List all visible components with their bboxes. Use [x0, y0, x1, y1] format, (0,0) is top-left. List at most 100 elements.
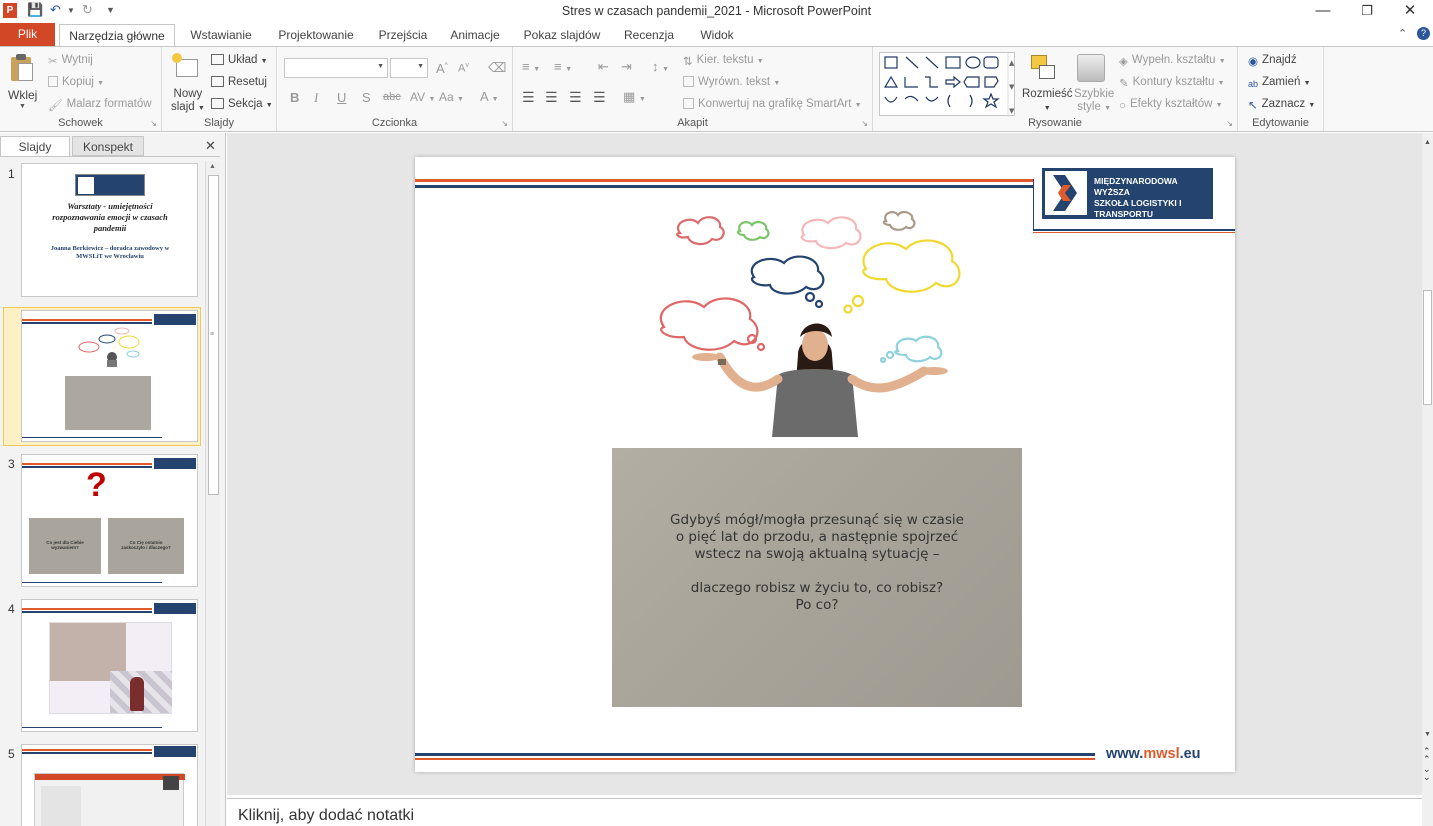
slide-thumbnail-2[interactable]	[21, 310, 198, 442]
notes-placeholder[interactable]: Kliknij, aby dodać notatki	[238, 807, 414, 825]
shape-fill-button[interactable]: ◈ Wypełn. kształtu ▼	[1119, 54, 1226, 68]
shadow-icon[interactable]: S	[362, 90, 371, 105]
tab-design[interactable]: Projektowanie	[270, 24, 362, 46]
new-slide-icon[interactable]	[172, 53, 200, 79]
columns-icon[interactable]: ▦ ▼	[623, 89, 646, 105]
bullets-icon[interactable]: ≡ ▼	[522, 59, 540, 74]
text-direction-button[interactable]: ⇅ Kier. tekstu ▼	[683, 54, 764, 68]
minimize-ribbon-icon[interactable]: ⌃	[1398, 27, 1407, 40]
font-color-icon[interactable]: A ▼	[480, 89, 499, 104]
slide-scrollbar[interactable]: ▲ ▼ ⌃ ⌃ ⌄ ⌄	[1422, 133, 1433, 826]
shape-outline-button[interactable]: ✎ Kontury kształtu ▼	[1119, 76, 1225, 90]
current-slide[interactable]: MIĘDZYNARODOWA WYŻSZA SZKOŁA LOGISTYKI I…	[415, 157, 1235, 772]
paste-icon[interactable]	[9, 53, 35, 83]
quick-styles-icon[interactable]	[1077, 54, 1105, 82]
bold-icon[interactable]: B	[290, 90, 299, 105]
align-right-icon[interactable]: ☰	[569, 89, 582, 106]
next-slide-icon[interactable]: ⌄ ⌄	[1423, 765, 1431, 782]
italic-icon[interactable]: I	[314, 90, 318, 106]
notes-pane[interactable]: Kliknij, aby dodać notatki	[227, 798, 1422, 826]
align-text-button[interactable]: Wyrówn. tekst ▼	[683, 76, 780, 88]
reset-button[interactable]: Resetuj	[211, 76, 267, 88]
tab-file[interactable]: Plik	[0, 23, 55, 46]
card-text-line4: dlaczego robisz w życiu to, co robisz?	[690, 580, 944, 596]
font-launcher-icon[interactable]: ↘	[501, 119, 508, 128]
scroll-down-icon[interactable]: ▼	[1424, 731, 1431, 738]
close-button[interactable]: ✕	[1387, 0, 1433, 22]
clipboard-launcher-icon[interactable]: ↘	[150, 119, 157, 128]
strikethrough-icon[interactable]: abc	[383, 91, 401, 103]
tab-home[interactable]: Narzędzia główne	[59, 24, 175, 46]
layout-button[interactable]: Układ ▼	[211, 54, 268, 66]
slide-thumbnail-4[interactable]	[21, 599, 198, 732]
tab-outline[interactable]: Konspekt	[72, 136, 144, 156]
shrink-font-icon[interactable]: Av	[458, 62, 469, 75]
slide-thumbnail-5[interactable]	[21, 744, 198, 826]
find-button[interactable]: ◉ Znajdź	[1248, 54, 1297, 68]
tab-view[interactable]: Widok	[692, 24, 742, 46]
tab-review[interactable]: Recenzja	[618, 24, 680, 46]
tab-slideshow[interactable]: Pokaz slajdów	[517, 24, 607, 46]
group-label-font: Czcionka	[371, 117, 418, 129]
underline-icon[interactable]: U	[337, 90, 346, 105]
align-left-icon[interactable]: ☰	[522, 89, 535, 106]
new-slide-button[interactable]: Nowy slajd ▼	[171, 88, 205, 115]
copy-button[interactable]: Kopiuj ▼	[48, 76, 104, 88]
drawing-launcher-icon[interactable]: ↘	[1226, 119, 1233, 128]
restore-button[interactable]: ❐	[1344, 0, 1390, 22]
group-label-editing: Edytowanie	[1252, 117, 1309, 129]
tab-slides[interactable]: Slajdy	[0, 136, 70, 156]
increase-indent-icon[interactable]: ⇥	[621, 59, 632, 75]
justify-icon[interactable]: ☰	[593, 89, 606, 106]
paste-button[interactable]: Wklej	[8, 88, 37, 102]
thumb-card: Co Cię ostatnio zaskoczyło i dlaczego?	[108, 518, 184, 574]
footer-url[interactable]: www.mwsl.eu	[1106, 746, 1201, 762]
arrange-icon[interactable]	[1029, 53, 1059, 83]
tab-animations[interactable]: Animacje	[443, 24, 507, 46]
arrange-button[interactable]: Rozmieść ▼	[1022, 88, 1072, 115]
cut-button[interactable]: ✂ Wytnij	[48, 54, 93, 68]
shape-effects-button[interactable]: ○ Efekty kształtów ▼	[1119, 98, 1223, 113]
align-center-icon[interactable]: ☰	[545, 89, 558, 106]
title-bar: P 💾 ↶ ▼ ↻ ▼ Stres w czasach pandemii_202…	[0, 0, 1433, 22]
slide-thumbnail-1[interactable]: Warsztaty - umiejętności rozpoznawania e…	[21, 163, 198, 297]
scroll-up-icon[interactable]: ▲	[1424, 139, 1431, 146]
shape-outline-icon: ✎	[1119, 78, 1129, 90]
shapes-gallery[interactable]: ▲ ▼ ▼	[879, 52, 1015, 117]
paragraph-launcher-icon[interactable]: ↘	[861, 119, 868, 128]
card-text-line2: o pięć lat do przodu, a następnie spojrz…	[675, 529, 959, 545]
smartart-button[interactable]: Konwertuj na grafikę SmartArt ▼	[683, 98, 862, 110]
clear-formatting-icon[interactable]: ⌫	[488, 60, 506, 76]
thumb-lines	[22, 752, 152, 754]
thumb1-title: Warsztaty - umiejętności rozpoznawania e…	[52, 201, 168, 233]
thumb-card	[65, 376, 151, 430]
quick-styles-button[interactable]: Szybkie style ▼	[1074, 88, 1114, 115]
replace-button[interactable]: ab Zamień ▼	[1248, 76, 1311, 92]
slides-pane-scrollbar[interactable]: ▲ ≡	[205, 161, 220, 826]
grow-font-icon[interactable]: A^	[436, 61, 448, 76]
line-spacing-icon[interactable]: ↕ ▼	[652, 59, 669, 74]
slide-number: 4	[8, 602, 15, 616]
thumb1-author: Joanna Berkiewicz – doradca zawodowy w M…	[50, 245, 170, 260]
question-mark-icon: ?	[86, 466, 107, 504]
change-case-icon[interactable]: Aa ▼	[439, 90, 464, 104]
scrollbar-thumb[interactable]	[1423, 290, 1432, 405]
help-icon[interactable]: ?	[1417, 27, 1430, 40]
close-pane-icon[interactable]: ✕	[205, 138, 216, 154]
minimize-button[interactable]: —	[1300, 0, 1346, 22]
section-button[interactable]: Sekcja ▼	[211, 98, 273, 110]
format-painter-button[interactable]: 🖌 Malarz formatów	[48, 98, 152, 112]
slide-thumbnail-3[interactable]: ? Co jest dla Ciebie wyzwaniem? Co Cię o…	[21, 454, 198, 587]
thumb-lines	[22, 749, 152, 751]
logo-text-line3: WE WROCŁAWIU	[1094, 220, 1165, 230]
tab-insert[interactable]: Wstawianie	[183, 24, 259, 46]
paste-dropdown-icon[interactable]: ▼	[19, 103, 26, 110]
numbering-icon[interactable]: ≡ ▼	[554, 59, 572, 74]
select-button[interactable]: ↖ Zaznacz ▼	[1248, 98, 1315, 112]
font-size-input[interactable]: ▼	[390, 58, 428, 78]
font-name-input[interactable]: ▼	[284, 58, 388, 78]
tab-transitions[interactable]: Przejścia	[372, 24, 434, 46]
previous-slide-icon[interactable]: ⌃ ⌃	[1423, 747, 1431, 764]
character-spacing-icon[interactable]: AV ▼	[410, 90, 435, 104]
decrease-indent-icon[interactable]: ⇤	[598, 59, 609, 75]
